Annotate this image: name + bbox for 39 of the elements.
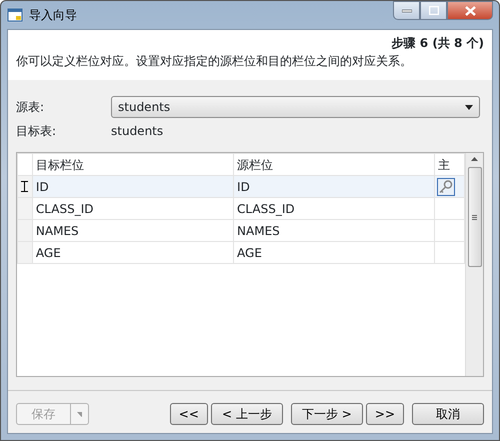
target-table-value: students [111,123,164,140]
step-indicator: 步骤 6 (共 8 个) [390,35,484,52]
table-cell: NAMES [234,220,435,242]
app-window-icon [7,7,23,23]
first-step-button[interactable]: << [170,403,208,425]
last-step-button[interactable]: >> [366,403,404,425]
next-button[interactable]: 下一步 > [290,403,363,425]
table-cell: CLASS_ID [234,198,435,220]
table-cell: AGE [234,242,435,264]
target-table-label: 目标表: [16,123,58,140]
grip-icon [472,214,477,220]
scroll-up-arrow-icon[interactable] [471,157,478,161]
caret-icon [77,412,82,416]
close-button[interactable] [447,1,493,20]
column-header[interactable]: 源栏位 [234,154,435,176]
key-icon[interactable] [437,178,456,196]
minimize-button[interactable] [393,1,420,20]
vertical-scrollbar[interactable] [465,153,483,376]
close-icon [464,6,476,16]
column-header[interactable]: 目标栏位 [32,154,234,176]
maximize-button[interactable] [420,1,447,20]
table-cell: AGE [32,242,234,264]
table-cell: NAMES [32,220,234,242]
column-header[interactable]: 主 [434,154,464,176]
table-cell: ID [234,176,435,198]
maximize-icon [428,6,438,15]
scrollbar-thumb[interactable] [468,167,482,267]
table-cell: CLASS_ID [32,198,234,220]
cancel-button[interactable]: 取消 [412,403,484,425]
previous-button[interactable]: < 上一步 [210,403,283,425]
text-cursor-icon [21,181,28,192]
window-title: 导入向导 [29,7,77,24]
source-table-dropdown[interactable]: students [111,96,480,118]
source-table-label: 源表: [16,99,46,116]
row-indicator[interactable] [18,176,32,198]
table-cell: ID [32,176,234,198]
minimize-icon [402,8,412,12]
description-text: 你可以定义栏位对应。设置对应指定的源栏位和目的栏位之间的对应关系。 [16,53,413,70]
dropdown-arrow-icon [465,104,473,110]
